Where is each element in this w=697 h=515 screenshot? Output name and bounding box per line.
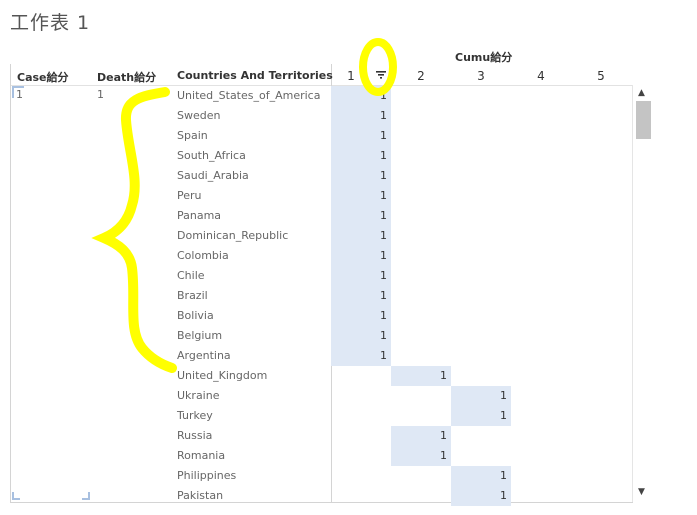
sort-highlight-circle [359,38,397,96]
yellow-annotation-overlay [91,38,397,373]
bracket-annotation [91,87,177,373]
